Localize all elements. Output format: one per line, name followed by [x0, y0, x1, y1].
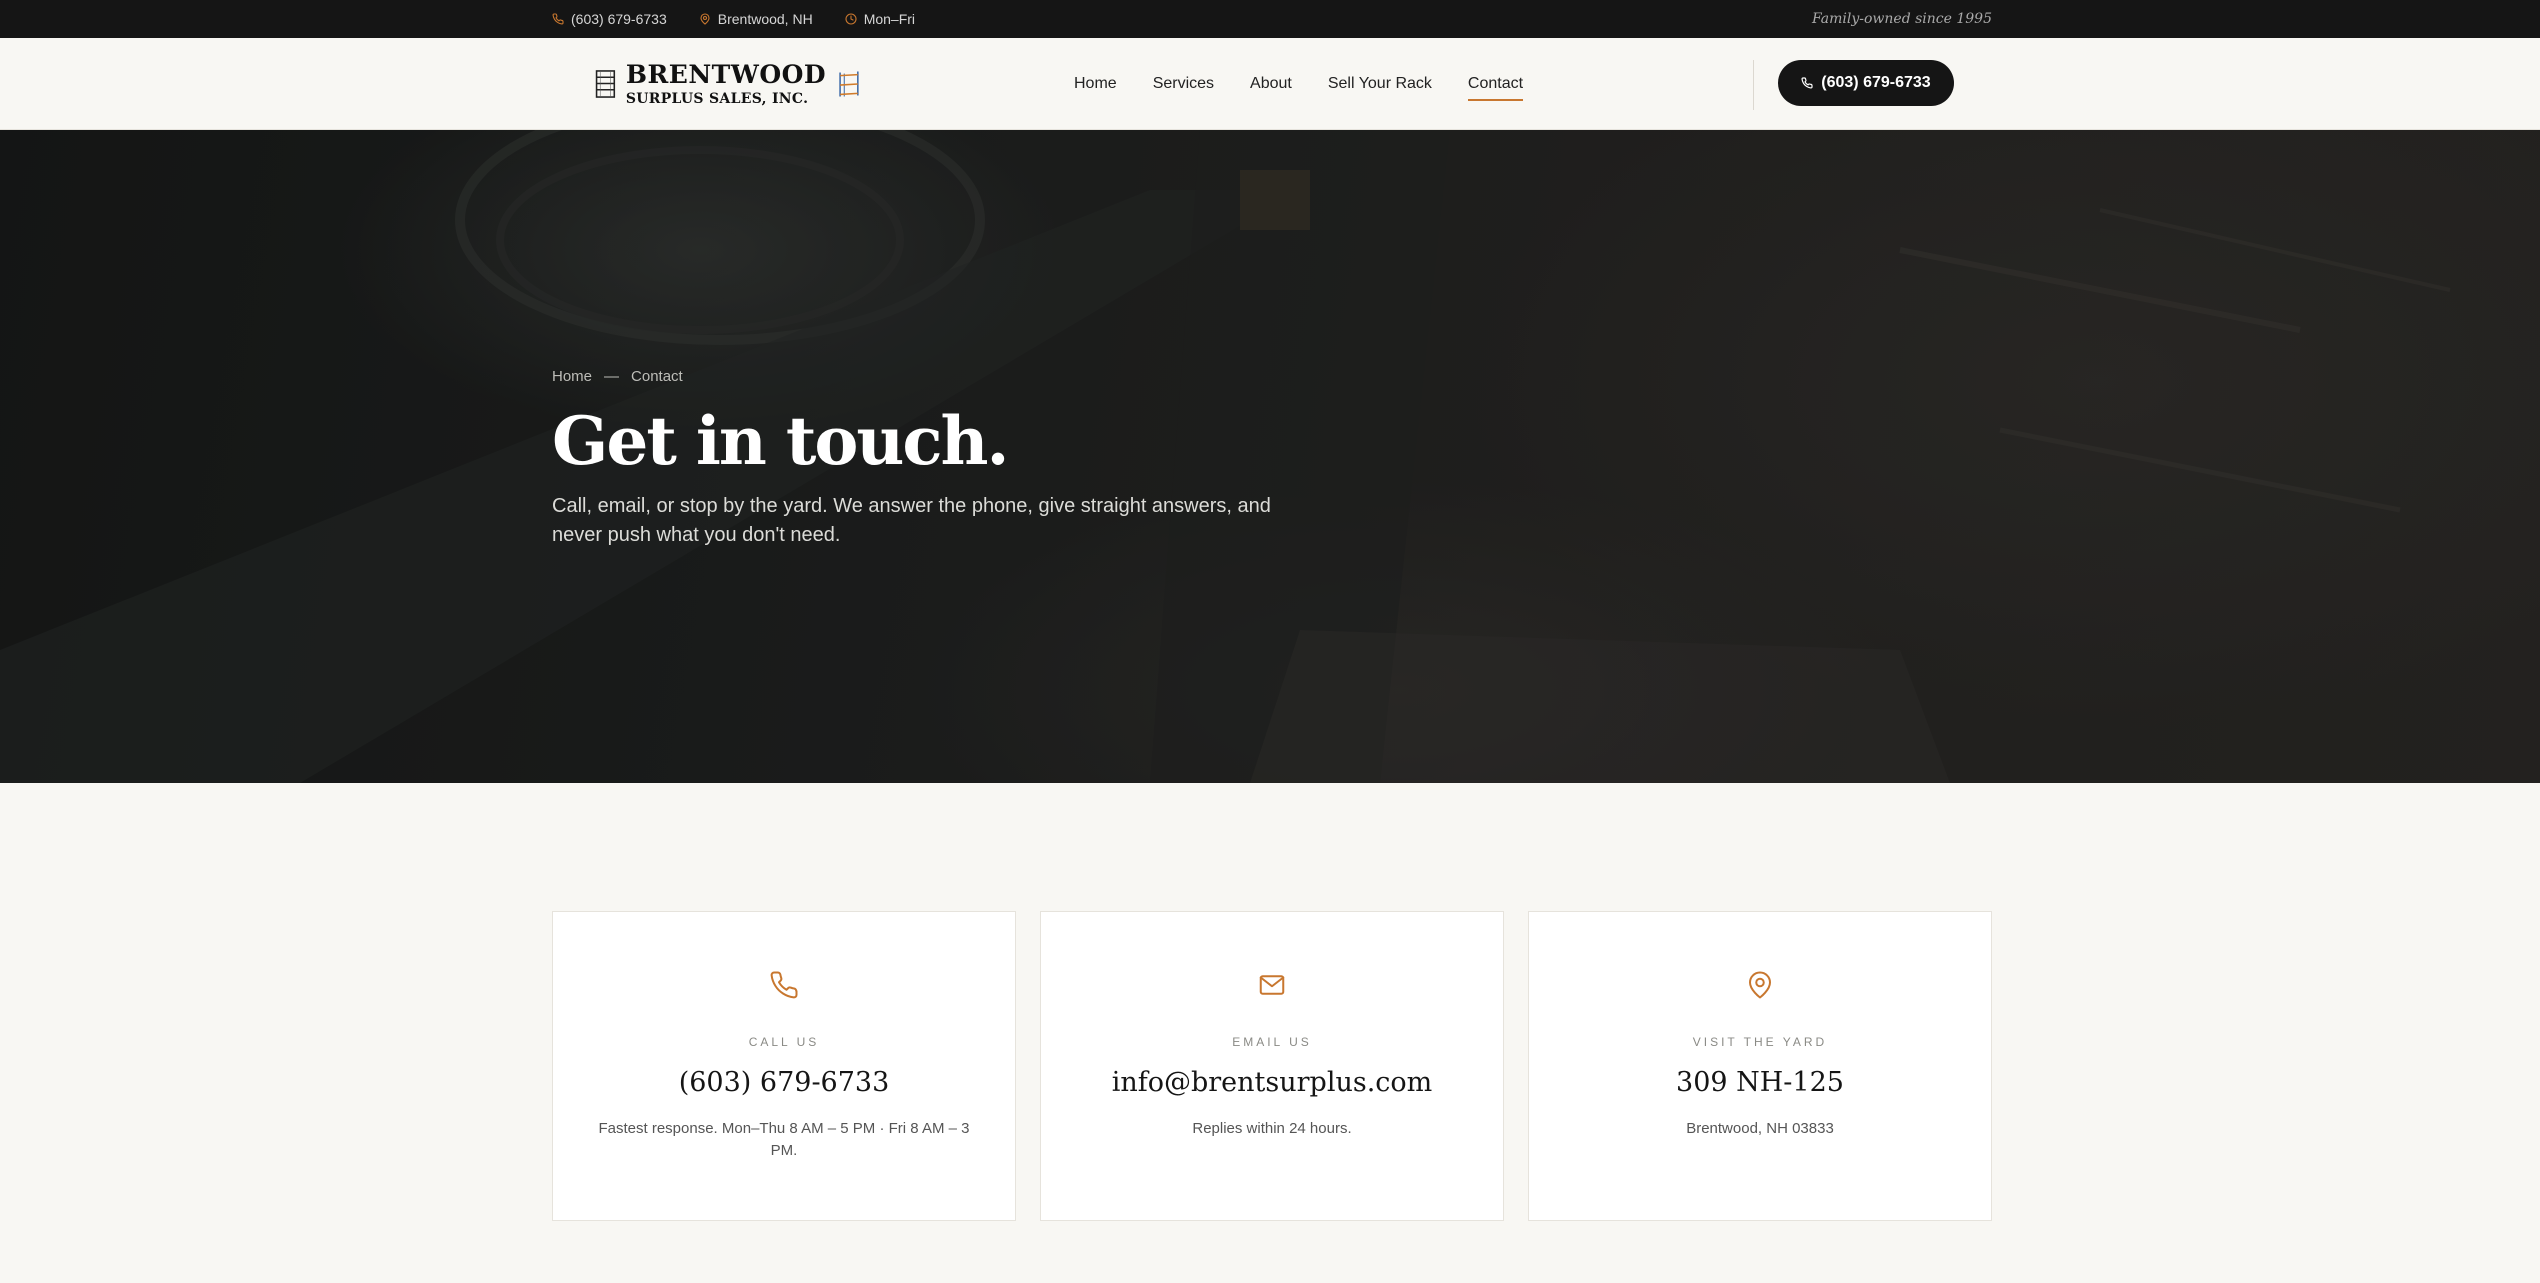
card-label: EMAIL US: [1232, 1035, 1312, 1049]
call-button-label: (603) 679-6733: [1821, 74, 1931, 91]
contact-card-email: EMAIL US info@brentsurplus.com Replies w…: [1040, 911, 1504, 1221]
breadcrumb-current: Contact: [631, 368, 683, 385]
topbar-location: Brentwood, NH: [699, 11, 813, 27]
hero-subtitle: Call, email, or stop by the yard. We ans…: [552, 494, 1271, 546]
nav-sell-your-rack[interactable]: Sell Your Rack: [1328, 69, 1432, 99]
topbar-hours-text: Mon–Fri: [863, 11, 916, 27]
breadcrumb-home[interactable]: Home: [552, 368, 592, 385]
nav-home[interactable]: Home: [1074, 69, 1117, 99]
breadcrumb: Home — Contact: [552, 368, 1312, 385]
hero-section: Home — Contact Get in touch. Call, email…: [0, 130, 2540, 783]
topbar-hours: Mon–Fri: [845, 11, 915, 27]
nav-about[interactable]: About: [1250, 69, 1292, 99]
contact-cards: CALL US (603) 679-6733 Fastest response.…: [552, 911, 1992, 1221]
card-label: CALL US: [748, 1035, 820, 1049]
address-link[interactable]: 309 NH-125: [1529, 1067, 1991, 1098]
topbar-phone[interactable]: (603) 679-6733: [552, 11, 667, 27]
shelving-rack-icon: [595, 70, 616, 98]
logo-line-2: SURPLUS SALES, INC.: [625, 91, 809, 107]
pallet-rack-icon: [839, 71, 859, 97]
map-pin-icon: [700, 13, 710, 25]
card-note: Brentwood, NH 03833: [1686, 1120, 1834, 1137]
site-logo[interactable]: BRENTWOOD SURPLUS SALES, INC.: [595, 56, 860, 112]
card-note: Replies within 24 hours.: [1192, 1120, 1352, 1137]
card-note: Fastest response. Mon–Thu 8 AM – 5 PM · …: [598, 1120, 970, 1159]
call-button[interactable]: (603) 679-6733: [1778, 60, 1954, 106]
contact-card-phone: CALL US (603) 679-6733 Fastest response.…: [552, 911, 1016, 1221]
map-pin-icon: [1749, 971, 1771, 999]
page-title: Get in touch.: [552, 402, 1010, 480]
breadcrumb-separator: —: [604, 368, 620, 385]
topbar-tagline: Family-owned since 1995: [1812, 11, 1992, 27]
phone-icon: [770, 971, 798, 999]
site-header: BRENTWOOD SURPLUS SALES, INC. Home Servi…: [0, 38, 2540, 130]
header-divider: [1753, 60, 1754, 110]
clock-icon: [845, 13, 857, 25]
topbar-location-text: Brentwood, NH: [717, 11, 813, 27]
contact-card-yard: VISIT THE YARD 309 NH-125 Brentwood, NH …: [1528, 911, 1992, 1221]
phone-icon: [1801, 77, 1813, 89]
mail-icon: [1259, 975, 1285, 995]
nav-services[interactable]: Services: [1153, 69, 1214, 99]
nav-contact[interactable]: Contact: [1467, 69, 1524, 101]
main-nav: Home Services About Sell Your Rack Conta…: [1074, 38, 1559, 130]
topbar-phone-text: (603) 679-6733: [571, 11, 667, 27]
logo-line-1: BRENTWOOD: [625, 60, 827, 89]
card-label: VISIT THE YARD: [1692, 1035, 1828, 1049]
email-link[interactable]: info@brentsurplus.com: [1041, 1067, 1503, 1098]
hero-content: Home — Contact Get in touch. Call, email…: [552, 368, 1312, 550]
phone-link[interactable]: (603) 679-6733: [553, 1067, 1015, 1098]
top-info-bar: (603) 679-6733 Brentwood, NH Mon–Fri Fam…: [0, 0, 2540, 38]
phone-icon: [552, 13, 564, 25]
